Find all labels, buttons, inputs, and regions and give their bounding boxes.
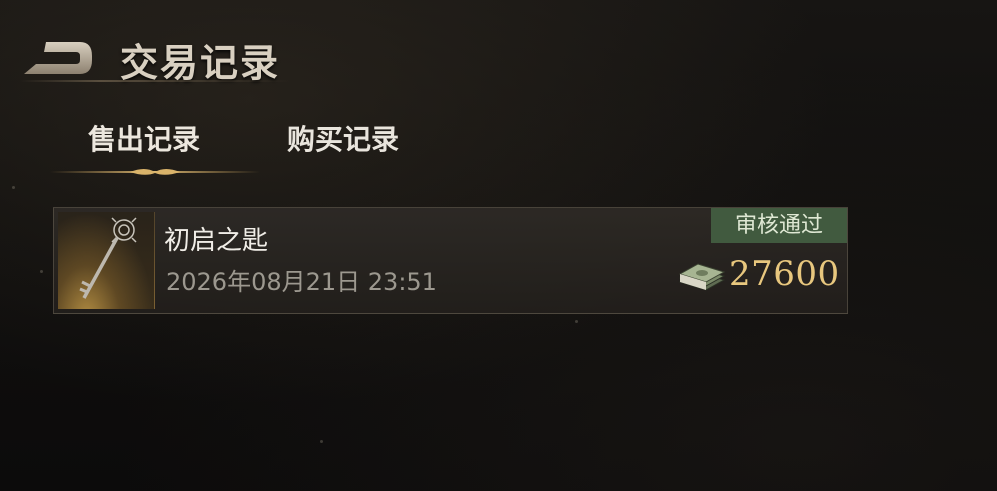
dust-particle <box>40 270 43 273</box>
tab-buy-records[interactable]: 购买记录 <box>287 118 399 162</box>
back-arrow-icon <box>24 42 92 74</box>
status-badge: 审核通过 <box>711 208 847 243</box>
dust-particle <box>320 440 323 443</box>
price-value: 27600 <box>729 254 840 294</box>
transaction-date: 2026年08月21日 23:51 <box>166 268 437 296</box>
dust-particle <box>12 186 15 189</box>
money-stack-icon <box>676 258 726 296</box>
dust-particle <box>575 320 578 323</box>
page-title: 交易记录 <box>120 40 281 85</box>
title-divider <box>20 80 290 82</box>
tab-sell-records[interactable]: 售出记录 <box>88 118 200 162</box>
transaction-record[interactable]: 初启之匙 2026年08月21日 23:51 审核通过 27600 <box>53 207 848 314</box>
key-icon <box>79 217 137 299</box>
active-tab-indicator <box>50 165 260 181</box>
back-button[interactable] <box>18 36 96 82</box>
item-thumbnail <box>58 212 155 309</box>
item-name: 初启之匙 <box>164 226 269 256</box>
